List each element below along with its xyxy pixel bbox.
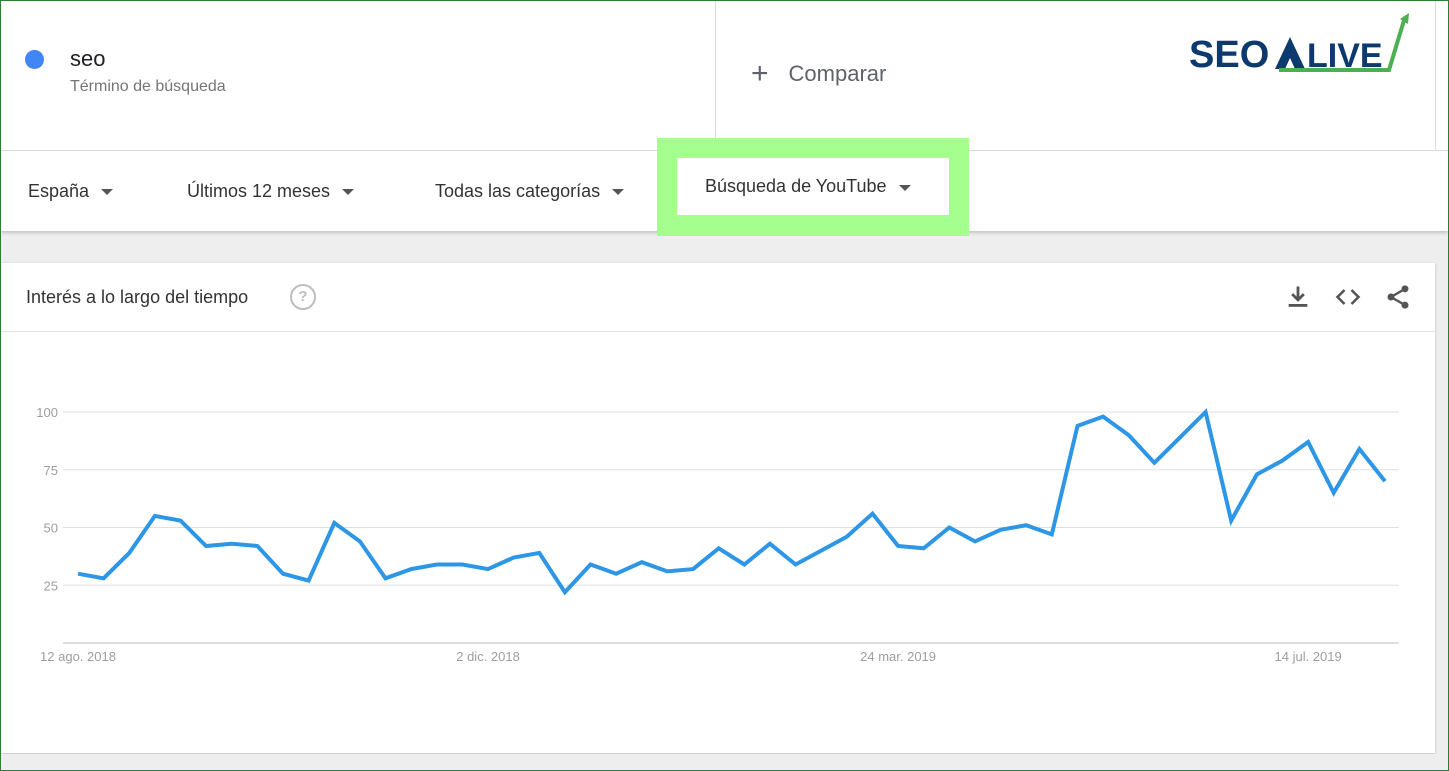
interest-over-time-card: Interés a lo largo del tiempo ? 25 50 75 10… bbox=[1, 263, 1435, 753]
data-point[interactable] bbox=[943, 522, 955, 534]
data-point[interactable] bbox=[175, 515, 187, 527]
y-tick-label: 50 bbox=[44, 521, 58, 536]
compare-button[interactable]: + Comparar bbox=[751, 57, 887, 90]
x-tick-label: 2 dic. 2018 bbox=[456, 649, 520, 664]
term-color-dot bbox=[25, 50, 44, 69]
data-point[interactable] bbox=[918, 542, 930, 554]
data-point[interactable] bbox=[892, 540, 904, 552]
data-point[interactable] bbox=[585, 558, 597, 570]
data-point[interactable] bbox=[559, 586, 571, 598]
card-header: Interés a lo largo del tiempo ? bbox=[1, 263, 1435, 332]
embed-code-icon[interactable] bbox=[1334, 283, 1362, 311]
data-point[interactable] bbox=[328, 517, 340, 529]
y-tick-label: 25 bbox=[44, 578, 58, 593]
y-tick-label: 100 bbox=[36, 405, 58, 420]
search-type-value: Búsqueda de YouTube bbox=[705, 176, 887, 196]
data-point[interactable] bbox=[1379, 475, 1391, 487]
data-point[interactable] bbox=[738, 558, 750, 570]
caret-down-icon bbox=[101, 189, 114, 195]
x-tick-label: 12 ago. 2018 bbox=[40, 649, 116, 664]
card-title: Interés a lo largo del tiempo bbox=[26, 287, 249, 307]
logo-text-left: SEO bbox=[1189, 34, 1269, 75]
data-point[interactable] bbox=[1353, 443, 1365, 455]
data-point[interactable] bbox=[200, 540, 212, 552]
data-point[interactable] bbox=[98, 572, 110, 584]
category-dropdown[interactable]: Todas las categorías bbox=[435, 151, 625, 231]
data-point[interactable] bbox=[610, 568, 622, 580]
region-dropdown[interactable]: España bbox=[28, 151, 114, 231]
data-point[interactable] bbox=[380, 572, 392, 584]
data-point[interactable] bbox=[533, 547, 545, 559]
data-point[interactable] bbox=[1020, 519, 1032, 531]
data-point[interactable] bbox=[1148, 457, 1160, 469]
data-point[interactable] bbox=[969, 535, 981, 547]
search-type-dropdown[interactable]: Búsqueda de YouTube bbox=[677, 158, 949, 215]
data-point[interactable] bbox=[1097, 411, 1109, 423]
data-point[interactable] bbox=[456, 558, 468, 570]
seoalive-logo: SEO LIVE bbox=[1189, 13, 1409, 75]
search-terms-bar: seo Término de búsqueda + Comparar SEO L… bbox=[1, 1, 1448, 151]
term-name[interactable]: seo bbox=[70, 46, 105, 72]
data-point[interactable] bbox=[482, 563, 494, 575]
data-point[interactable] bbox=[1123, 429, 1135, 441]
data-point[interactable] bbox=[636, 556, 648, 568]
compare-label: Comparar bbox=[788, 61, 887, 86]
data-point[interactable] bbox=[1071, 420, 1083, 432]
divider bbox=[1435, 1, 1436, 150]
data-point[interactable] bbox=[1174, 431, 1186, 443]
y-tick-label: 75 bbox=[44, 463, 58, 478]
data-point[interactable] bbox=[149, 510, 161, 522]
interest-line-chart: 25 50 75 100 12 ago. 2018 2 dic. 2018 24 mar. … bbox=[36, 405, 1399, 664]
data-point[interactable] bbox=[815, 545, 827, 557]
data-point[interactable] bbox=[687, 563, 699, 575]
data-point[interactable] bbox=[995, 524, 1007, 536]
plus-icon: + bbox=[751, 57, 769, 90]
caret-down-icon bbox=[898, 184, 911, 191]
x-tick-label: 14 jul. 2019 bbox=[1275, 649, 1342, 664]
data-point[interactable] bbox=[713, 542, 725, 554]
caret-down-icon bbox=[612, 189, 625, 195]
data-point[interactable] bbox=[277, 568, 289, 580]
region-value: España bbox=[28, 180, 90, 201]
search-term-card[interactable]: seo Término de búsqueda bbox=[1, 1, 716, 150]
data-point[interactable] bbox=[764, 538, 776, 550]
caret-down-icon bbox=[342, 189, 355, 195]
download-icon[interactable] bbox=[1284, 283, 1312, 311]
data-point[interactable] bbox=[354, 535, 366, 547]
data-point[interactable] bbox=[1225, 515, 1237, 527]
data-point[interactable] bbox=[790, 558, 802, 570]
category-value: Todas las categorías bbox=[435, 180, 601, 201]
share-icon[interactable] bbox=[1384, 283, 1412, 311]
question-circle-icon[interactable]: ? bbox=[290, 284, 316, 310]
period-value: Últimos 12 meses bbox=[187, 180, 331, 201]
data-point[interactable] bbox=[226, 538, 238, 550]
data-point[interactable] bbox=[1251, 468, 1263, 480]
data-point[interactable] bbox=[508, 552, 520, 564]
series-line bbox=[77, 408, 1387, 596]
data-point[interactable] bbox=[841, 531, 853, 543]
data-point[interactable] bbox=[123, 547, 135, 559]
data-point[interactable] bbox=[405, 563, 417, 575]
data-point[interactable] bbox=[251, 540, 263, 552]
data-point[interactable] bbox=[303, 575, 315, 587]
data-point[interactable] bbox=[661, 565, 673, 577]
data-point[interactable] bbox=[1328, 487, 1340, 499]
x-tick-label: 24 mar. 2019 bbox=[860, 649, 936, 664]
data-point[interactable] bbox=[1046, 528, 1058, 540]
data-point[interactable] bbox=[1276, 455, 1288, 467]
data-point[interactable] bbox=[866, 508, 878, 520]
data-point[interactable] bbox=[1200, 406, 1212, 418]
data-point[interactable] bbox=[1302, 436, 1314, 448]
data-point[interactable] bbox=[431, 558, 443, 570]
page-footer-space bbox=[1, 754, 1448, 770]
data-point[interactable] bbox=[72, 568, 84, 580]
term-type: Término de búsqueda bbox=[70, 78, 226, 95]
period-dropdown[interactable]: Últimos 12 meses bbox=[187, 151, 355, 231]
